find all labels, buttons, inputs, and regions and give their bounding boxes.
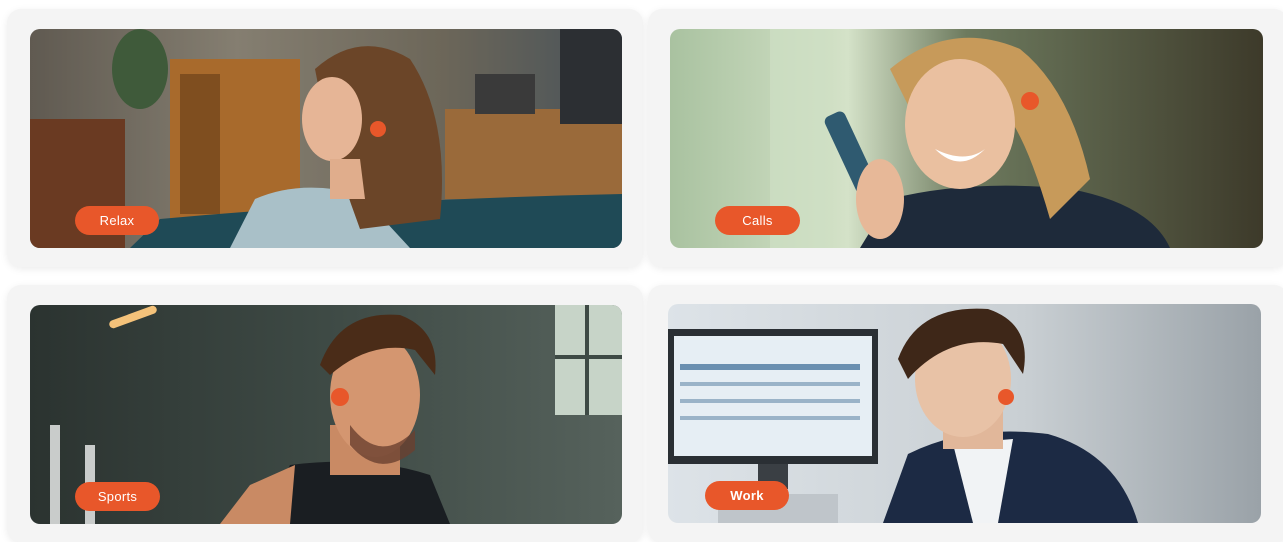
calls-label-button[interactable]: Calls <box>715 206 800 235</box>
scenario-card-calls[interactable]: Calls <box>648 9 1283 267</box>
relax-label-button[interactable]: Relax <box>75 206 159 235</box>
scenario-card-relax[interactable]: Relax <box>7 9 643 267</box>
scenario-card-sports[interactable]: Sports <box>7 285 643 542</box>
work-label-button[interactable]: Work <box>705 481 789 510</box>
scenario-card-work[interactable]: Work <box>648 285 1283 542</box>
sports-label-button[interactable]: Sports <box>75 482 160 511</box>
